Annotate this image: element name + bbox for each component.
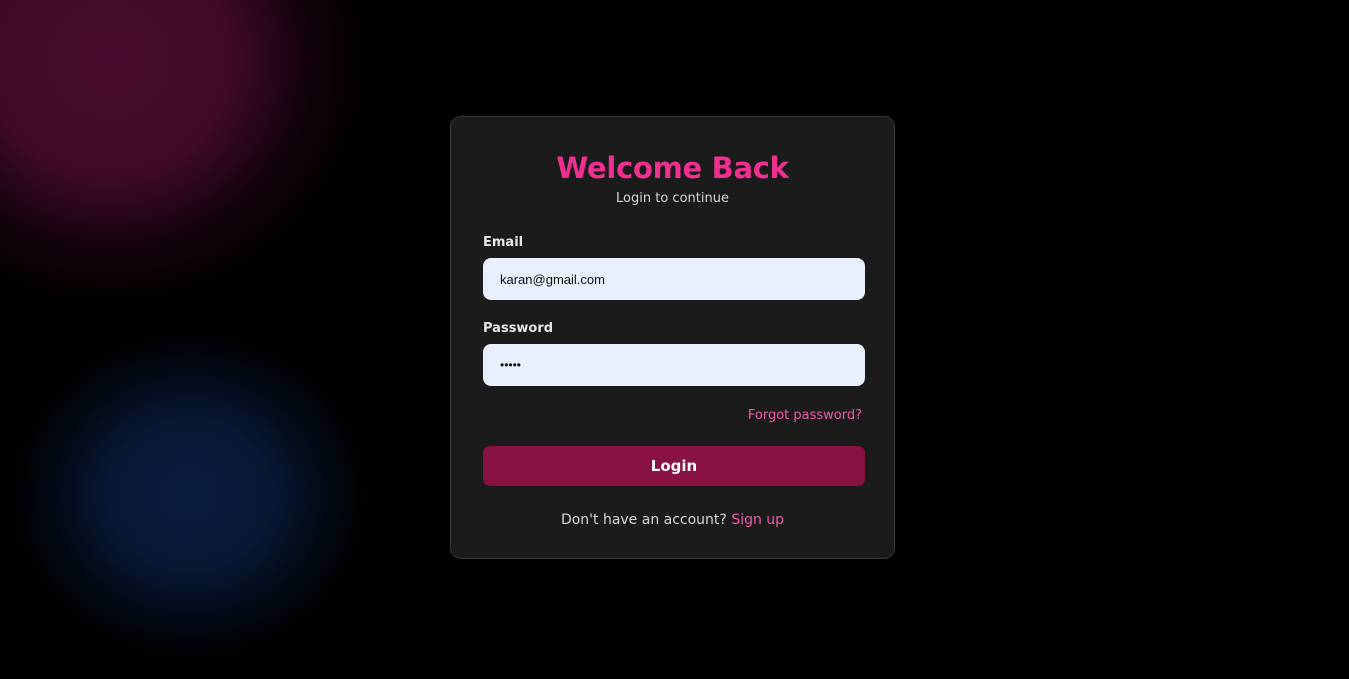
login-button[interactable]: Login: [483, 446, 865, 486]
email-field[interactable]: [483, 258, 865, 300]
email-label: Email: [483, 235, 524, 250]
background-glow-blue: [10, 330, 370, 660]
background-glow-pink: [0, 0, 370, 310]
signup-link[interactable]: Sign up: [731, 512, 784, 528]
forgot-password-row: Forgot password?: [483, 408, 862, 424]
password-field[interactable]: [483, 344, 865, 386]
page-title: Welcome Back: [556, 151, 789, 185]
login-page: Welcome Back Login to continue Email Pas…: [0, 0, 1349, 679]
page-subtitle: Login to continue: [616, 191, 729, 206]
forgot-password-link[interactable]: Forgot password?: [748, 408, 862, 423]
signup-prompt: Don't have an account?: [560, 512, 727, 528]
login-card: Welcome Back Login to continue Email Pas…: [450, 116, 895, 559]
signup-row: Don't have an account? Sign up: [483, 512, 862, 529]
password-label: Password: [483, 321, 554, 336]
